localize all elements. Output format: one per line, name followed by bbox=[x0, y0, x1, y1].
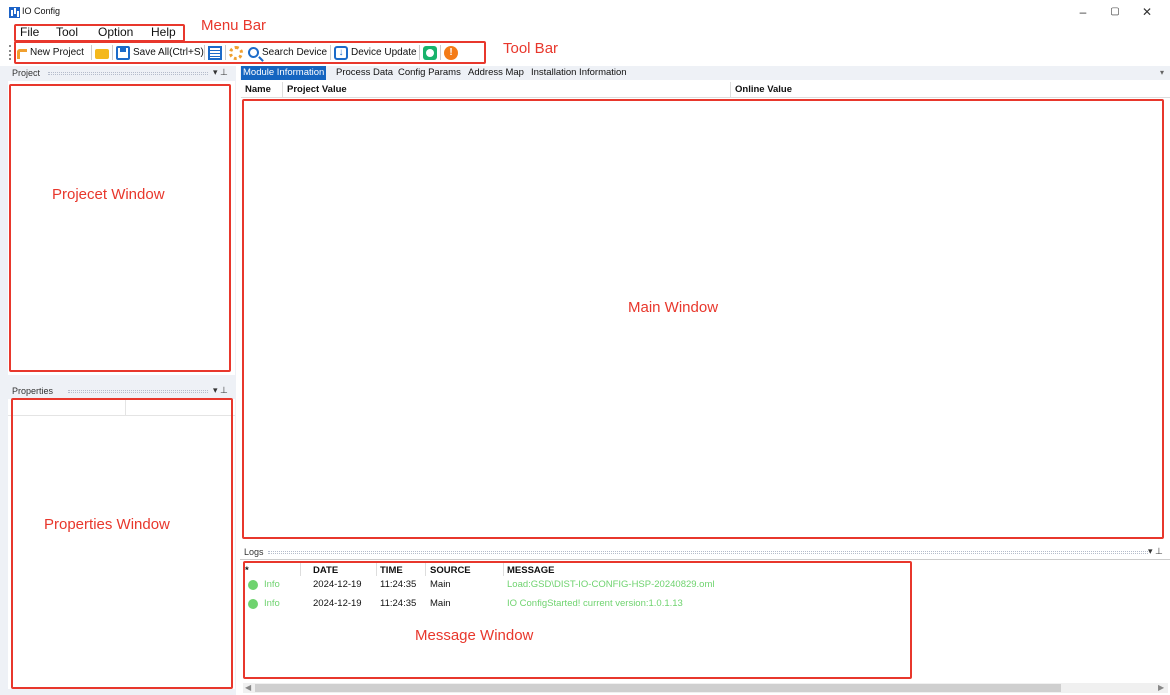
toolbar-grip[interactable] bbox=[9, 45, 11, 60]
properties-window-highlight bbox=[11, 398, 233, 689]
title-bar: IO Config – ▢ ✕ bbox=[0, 0, 1170, 24]
logs-horizontal-scrollbar[interactable]: ◀ ▶ bbox=[243, 683, 1168, 693]
column-project-value[interactable]: Project Value bbox=[283, 82, 731, 98]
scrollbar-thumb[interactable] bbox=[255, 684, 1061, 692]
logs-pane-title: Logs bbox=[244, 547, 268, 557]
project-window-highlight bbox=[9, 84, 231, 372]
column-online-value[interactable]: Online Value bbox=[731, 82, 1170, 98]
main-window-annotation: Main Window bbox=[628, 299, 719, 316]
close-button[interactable]: ✕ bbox=[1132, 2, 1162, 22]
pane-pin-icon[interactable]: ▾ ⊥ bbox=[1148, 546, 1163, 557]
tab-module-information[interactable]: Module Information bbox=[241, 66, 327, 80]
toolbar-highlight bbox=[14, 41, 486, 64]
pane-pin-icon[interactable]: ▾ ⊥ bbox=[213, 385, 228, 396]
header-grip bbox=[68, 390, 208, 393]
tab-process-data[interactable]: Process Data bbox=[334, 66, 395, 80]
tab-config-params[interactable]: Config Params bbox=[396, 66, 463, 80]
scroll-left-icon[interactable]: ◀ bbox=[245, 683, 251, 693]
properties-pane-title: Properties bbox=[12, 386, 58, 396]
column-name[interactable]: Name bbox=[241, 82, 283, 98]
minimize-button[interactable]: – bbox=[1068, 2, 1098, 22]
app-logo-icon bbox=[9, 7, 20, 18]
tab-installation-information[interactable]: Installation Information bbox=[529, 66, 629, 80]
maximize-button[interactable]: ▢ bbox=[1100, 2, 1130, 22]
tool-bar-annotation: Tool Bar bbox=[503, 40, 559, 57]
message-window-annotation: Message Window bbox=[415, 627, 534, 644]
pane-pin-icon[interactable]: ▾ ⊥ bbox=[213, 67, 228, 78]
module-grid-header: Name Project Value Online Value bbox=[241, 82, 1170, 98]
properties-window-annotation: Properties Window bbox=[44, 516, 170, 533]
main-window-highlight bbox=[242, 99, 1164, 539]
header-grip bbox=[268, 551, 1148, 554]
properties-pane-header: Properties ▾ ⊥ bbox=[8, 384, 236, 398]
window-title: IO Config bbox=[22, 6, 61, 16]
project-window-annotation: Projecet Window bbox=[52, 186, 165, 203]
project-pane-header: Project ▾ ⊥ bbox=[8, 66, 236, 80]
header-grip bbox=[48, 72, 208, 75]
logs-pane-header: Logs ▾ ⊥ bbox=[240, 545, 1170, 559]
tab-address-map[interactable]: Address Map bbox=[466, 66, 526, 80]
tab-list-dropdown-icon[interactable]: ▾ bbox=[1160, 66, 1164, 80]
scroll-right-icon[interactable]: ▶ bbox=[1158, 683, 1164, 693]
document-tabs: Module Information Process Data Config P… bbox=[240, 66, 1170, 80]
message-window-highlight bbox=[243, 561, 912, 679]
menu-bar-highlight bbox=[14, 24, 185, 42]
menu-bar-annotation: Menu Bar bbox=[201, 17, 267, 34]
project-pane-title: Project bbox=[12, 68, 45, 78]
